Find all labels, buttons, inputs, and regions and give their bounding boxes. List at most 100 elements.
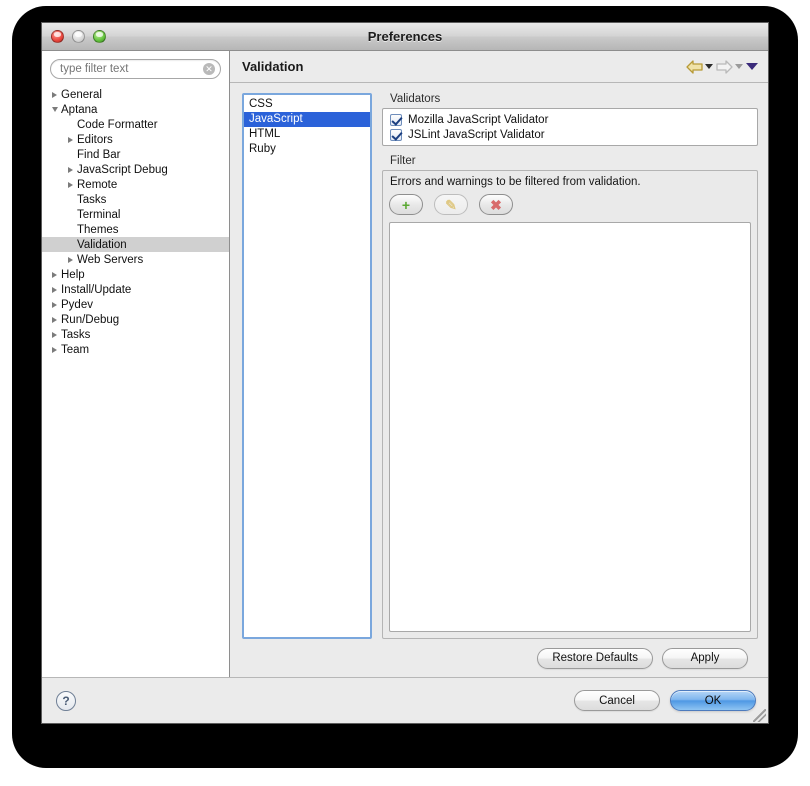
tree-item-label: Themes <box>77 223 119 236</box>
screen: Preferences ✕ General Aptana Code Formatte… <box>0 0 810 786</box>
language-item-css[interactable]: CSS <box>244 97 370 112</box>
back-button[interactable] <box>686 59 713 74</box>
tree-item-terminal[interactable]: Terminal <box>42 207 229 222</box>
tree-item-label: Editors <box>77 133 113 146</box>
tree-item-label: Run/Debug <box>61 313 120 326</box>
tree-item-remote[interactable]: Remote <box>42 177 229 192</box>
tree-item-web-servers[interactable]: Web Servers <box>42 252 229 267</box>
language-item-ruby[interactable]: Ruby <box>244 142 370 157</box>
tree-item-validation[interactable]: Validation <box>42 237 229 252</box>
tree-item-label: Code Formatter <box>77 118 158 131</box>
chevron-right-icon[interactable] <box>48 332 61 338</box>
navigation-toolbar <box>686 59 758 74</box>
tree-item-code-formatter[interactable]: Code Formatter <box>42 117 229 132</box>
page-content: CSS JavaScript HTML Ruby Validators Mozilla… <box>230 83 768 677</box>
language-item-html[interactable]: HTML <box>244 127 370 142</box>
zoom-button[interactable] <box>93 30 106 43</box>
tree-item-label: Aptana <box>61 103 98 116</box>
tree-item-help[interactable]: Help <box>42 267 229 282</box>
chevron-right-icon[interactable] <box>64 257 77 263</box>
chevron-right-icon[interactable] <box>48 317 61 323</box>
back-arrow-icon <box>686 59 703 74</box>
validator-label: JSLint JavaScript Validator <box>408 128 545 141</box>
dropdown-menu-icon[interactable] <box>746 63 758 70</box>
add-filter-icon: + <box>401 196 411 213</box>
chevron-right-icon[interactable] <box>48 287 61 293</box>
tree-item-pydev[interactable]: Pydev <box>42 297 229 312</box>
clear-search-icon[interactable]: ✕ <box>203 63 215 75</box>
tree-item-label: Find Bar <box>77 148 121 161</box>
chevron-right-icon[interactable] <box>48 92 61 98</box>
window-titlebar: Preferences <box>42 23 768 51</box>
tree-item-general[interactable]: General <box>42 87 229 102</box>
tree-item-label: Install/Update <box>61 283 132 296</box>
tree-item-tasks[interactable]: Tasks <box>42 192 229 207</box>
tree-item-javascript-debug[interactable]: JavaScript Debug <box>42 162 229 177</box>
language-item-javascript[interactable]: JavaScript <box>244 112 370 127</box>
close-button[interactable] <box>51 30 64 43</box>
filter-toolbar: + ✎ ✖ <box>389 194 751 222</box>
tree-item-team[interactable]: Team <box>42 342 229 357</box>
tree-item-label: Pydev <box>61 298 93 311</box>
apply-button[interactable]: Apply <box>662 647 748 669</box>
preferences-sidebar: ✕ General Aptana Code Formatter Editors Find… <box>42 51 230 677</box>
search-field[interactable]: ✕ <box>50 59 221 79</box>
window-body: ✕ General Aptana Code Formatter Editors Find… <box>42 51 768 677</box>
delete-filter-icon: ✖ <box>490 196 502 213</box>
forward-arrow-icon <box>716 59 733 74</box>
language-list[interactable]: CSS JavaScript HTML Ruby <box>242 93 372 639</box>
checkbox-icon[interactable] <box>390 128 402 141</box>
chevron-right-icon[interactable] <box>64 182 77 188</box>
page-title: Validation <box>242 59 304 74</box>
filter-field-wrapper: ✕ <box>42 59 229 85</box>
ok-button[interactable]: OK <box>670 690 756 711</box>
tree-item-label: Validation <box>77 238 127 251</box>
resize-grip[interactable] <box>753 709 766 722</box>
tree-item-themes[interactable]: Themes <box>42 222 229 237</box>
cancel-button[interactable]: Cancel <box>574 690 660 711</box>
help-button[interactable]: ? <box>56 690 76 711</box>
chevron-right-icon[interactable] <box>48 347 61 353</box>
filter-group: Filter Errors and warnings to be filtere… <box>382 155 758 639</box>
filter-entries-list[interactable] <box>389 222 751 632</box>
chevron-right-icon[interactable] <box>48 272 61 278</box>
tree-item-label: Help <box>61 268 85 281</box>
forward-dropdown-icon[interactable] <box>735 64 743 69</box>
tree-item-label: General <box>61 88 102 101</box>
add-filter-button[interactable]: + <box>389 194 423 215</box>
search-input[interactable] <box>51 60 220 78</box>
tree-item-install-update[interactable]: Install/Update <box>42 282 229 297</box>
delete-filter-button[interactable]: ✖ <box>479 194 513 215</box>
chevron-right-icon[interactable] <box>48 302 61 308</box>
page-action-buttons: Restore Defaults Apply <box>382 639 758 677</box>
chevron-down-icon[interactable] <box>48 107 61 112</box>
tree-item-label: Team <box>61 343 90 356</box>
validators-list[interactable]: Mozilla JavaScript Validator JSLint JavaS… <box>382 108 758 146</box>
chevron-right-icon[interactable] <box>64 137 77 143</box>
edit-filter-button: ✎ <box>434 194 468 215</box>
validators-group: Validators Mozilla JavaScript Validator J… <box>382 93 758 146</box>
checkbox-icon[interactable] <box>390 113 402 126</box>
tree-item-run-debug[interactable]: Run/Debug <box>42 312 229 327</box>
back-dropdown-icon[interactable] <box>705 64 713 69</box>
minimize-button[interactable] <box>72 30 85 43</box>
window-controls <box>51 30 106 43</box>
validator-row[interactable]: JSLint JavaScript Validator <box>383 127 757 142</box>
filter-description: Errors and warnings to be filtered from … <box>390 176 641 188</box>
dialog-buttons: Cancel OK <box>574 690 756 711</box>
tree-item-tasks[interactable]: Tasks <box>42 327 229 342</box>
tree-item-find-bar[interactable]: Find Bar <box>42 147 229 162</box>
validator-row[interactable]: Mozilla JavaScript Validator <box>383 112 757 127</box>
tree-item-label: Terminal <box>77 208 121 221</box>
preferences-tree[interactable]: General Aptana Code Formatter Editors Find B… <box>42 85 229 677</box>
restore-defaults-button[interactable]: Restore Defaults <box>537 647 653 669</box>
chevron-right-icon[interactable] <box>64 167 77 173</box>
tree-item-label: JavaScript Debug <box>77 163 168 176</box>
forward-button[interactable] <box>716 59 743 74</box>
window-title: Preferences <box>367 29 443 44</box>
tree-item-aptana[interactable]: Aptana <box>42 102 229 117</box>
preferences-window: Preferences ✕ General Aptana Code Formatte… <box>41 22 769 724</box>
tree-item-editors[interactable]: Editors <box>42 132 229 147</box>
language-list-wrapper: CSS JavaScript HTML Ruby <box>242 93 372 639</box>
filter-panel: Errors and warnings to be filtered from … <box>382 170 758 639</box>
